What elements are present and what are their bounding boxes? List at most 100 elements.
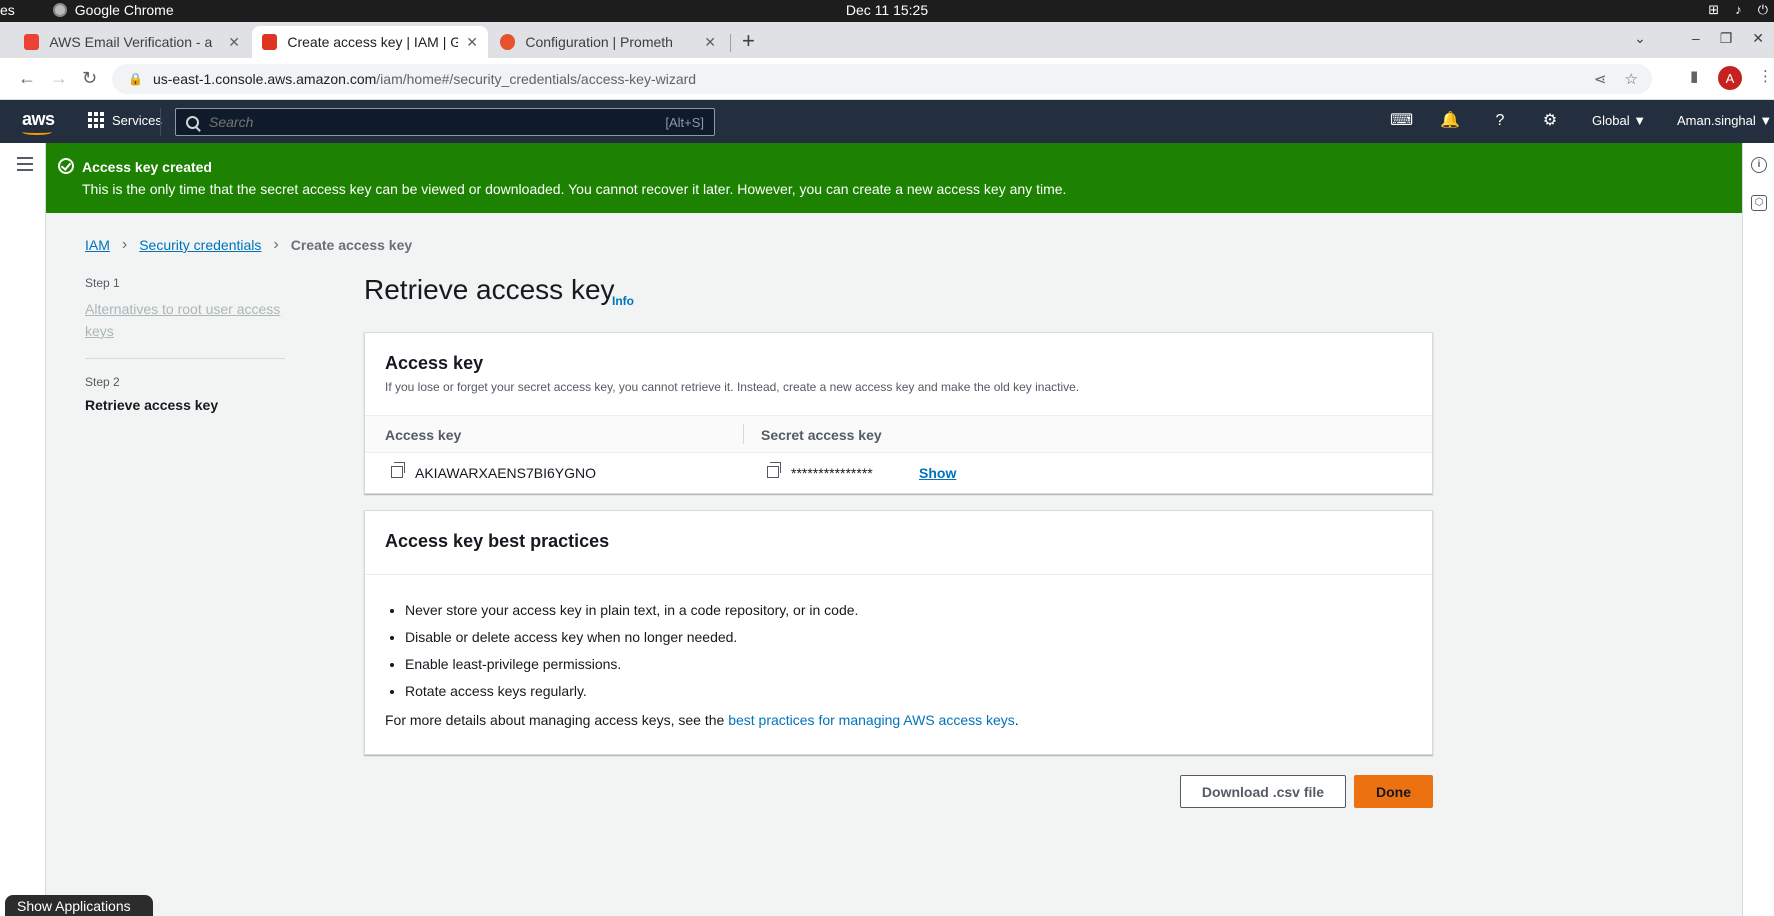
nav-divider [160, 108, 161, 136]
success-check-icon [58, 158, 74, 174]
info-link[interactable]: Info [612, 294, 634, 308]
download-csv-button[interactable]: Download .csv file [1180, 775, 1346, 808]
bookmark-star-icon[interactable]: ☆ [1625, 70, 1638, 88]
flash-message: This is the only time that the secret ac… [82, 181, 1067, 197]
search-input[interactable] [209, 114, 649, 130]
done-button[interactable]: Done [1354, 775, 1433, 808]
more-details-text: For more details about managing access k… [385, 712, 1019, 728]
show-secret-link[interactable]: Show [919, 465, 956, 481]
aws-favicon-icon [262, 34, 278, 50]
breadcrumb: IAM › Security credentials › Create acce… [85, 236, 412, 254]
os-top-bar: es Google Chrome Dec 11 15:25 ⊞ ♪ ⏻ [0, 0, 1774, 22]
notifications-bell-icon[interactable]: 🔔 [1440, 111, 1460, 131]
gmail-icon [24, 34, 40, 50]
address-bar: ← → ↻ 🔒 us-east-1.console.aws.amazon.com… [0, 58, 1774, 100]
list-item: Disable or delete access key when no lon… [405, 624, 858, 651]
tab-strip: AWS Email Verification - a ✕ Create acce… [0, 22, 1774, 58]
list-item: Enable least-privilege permissions. [405, 651, 858, 678]
step-divider [85, 358, 285, 359]
url-field[interactable]: 🔒 us-east-1.console.aws.amazon.com/iam/h… [112, 64, 1652, 94]
window-close-icon[interactable]: ✕ [1752, 30, 1764, 47]
grid-icon [88, 112, 104, 128]
page-title: Retrieve access key [364, 274, 615, 305]
share-icon[interactable]: ⋖ [1594, 70, 1607, 88]
column-divider [743, 424, 744, 444]
right-tools-rail: i ⬡ [1742, 143, 1774, 916]
tab-create-access-key[interactable]: Create access key | IAM | G ✕ [252, 26, 488, 58]
breadcrumb-current: Create access key [290, 237, 413, 253]
new-tab-icon[interactable]: + [742, 28, 755, 54]
url-path: /iam/home#/security_credentials/access-k… [376, 71, 697, 87]
volume-icon[interactable]: ♪ [1735, 2, 1742, 18]
breadcrumb-security-credentials[interactable]: Security credentials [139, 237, 261, 253]
aws-logo[interactable]: aws [22, 109, 55, 135]
tab-prometheus[interactable]: Configuration | Prometh ✕ [490, 26, 726, 58]
copy-icon[interactable] [767, 462, 781, 478]
clock[interactable]: Dec 11 15:25 [0, 2, 1774, 18]
tab-divider [730, 34, 731, 52]
forward-icon[interactable]: → [50, 68, 68, 89]
settings-gear-icon[interactable]: ⚙ [1540, 111, 1560, 131]
tab-title: AWS Email Verification - a [49, 34, 213, 50]
search-box[interactable]: [Alt+S] [175, 108, 715, 136]
column-access-key: Access key [385, 427, 462, 443]
aws-logo-text: aws [22, 109, 55, 129]
step-2-current: Retrieve access key [85, 397, 219, 413]
tab-aws-email[interactable]: AWS Email Verification - a ✕ [14, 26, 250, 58]
network-icon[interactable]: ⊞ [1708, 2, 1719, 18]
best-practices-list: Never store your access key in plain tex… [405, 597, 858, 705]
services-menu-button[interactable]: Services [88, 112, 162, 128]
services-label: Services [112, 112, 162, 128]
restore-icon[interactable]: ❐ [1720, 30, 1733, 47]
tab-title: Create access key | IAM | G [287, 34, 459, 50]
best-practices-link[interactable]: best practices for managing AWS access k… [728, 712, 1015, 728]
account-menu[interactable]: Aman.singhal ▼ [1677, 113, 1772, 128]
breadcrumb-iam[interactable]: IAM [85, 237, 110, 253]
success-flash-banner: Access key created This is the only time… [46, 143, 1742, 213]
close-icon[interactable]: ✕ [704, 34, 716, 51]
step-1-link[interactable]: Alternatives to root user access keys [85, 298, 285, 342]
minimize-icon[interactable]: – [1692, 30, 1700, 47]
secret-key-masked: *************** [791, 465, 873, 481]
aws-smile-icon [22, 129, 52, 135]
access-key-card: Access key If you lose or forget your se… [364, 332, 1433, 494]
more-prefix: For more details about managing access k… [385, 712, 729, 728]
info-panel-icon[interactable]: i [1751, 157, 1767, 173]
close-icon[interactable]: ✕ [228, 34, 240, 51]
access-key-value: AKIAWARXAENS7BI6YGNO [415, 465, 597, 481]
menu-kebab-icon[interactable]: ⋮ [1758, 67, 1773, 85]
step-1-label: Step 1 [85, 276, 120, 290]
table-header: Access key Secret access key [365, 415, 1432, 453]
close-icon[interactable]: ✕ [466, 34, 478, 51]
card-description: If you lose or forget your secret access… [385, 380, 1080, 394]
table-row: AKIAWARXAENS7BI6YGNO *************** Sho… [365, 453, 1432, 493]
profile-avatar[interactable]: A [1718, 66, 1742, 90]
region-selector[interactable]: Global ▼ [1592, 113, 1646, 128]
feedback-icon[interactable]: ⬡ [1751, 195, 1767, 211]
reload-icon[interactable]: ↻ [82, 68, 97, 89]
card-title: Access key best practices [385, 531, 610, 551]
list-item: Rotate access keys regularly. [405, 678, 858, 705]
prometheus-icon [500, 34, 516, 50]
back-icon[interactable]: ← [18, 68, 36, 89]
flash-title: Access key created [82, 159, 212, 175]
cloudshell-icon[interactable]: ⌨ [1390, 111, 1413, 131]
search-shortcut: [Alt+S] [665, 115, 704, 130]
copy-icon[interactable] [391, 462, 405, 478]
wizard-steps: Step 1 Alternatives to root user access … [85, 276, 285, 413]
more-suffix: . [1014, 712, 1019, 728]
search-icon [186, 115, 199, 129]
url-host: us-east-1.console.aws.amazon.com [152, 71, 377, 87]
aws-top-nav: aws Services [Alt+S] ⌨ 🔔 ? ⚙ Global ▼ Am… [0, 100, 1774, 143]
card-title: Access key [385, 353, 484, 373]
column-secret-access-key: Secret access key [761, 427, 882, 443]
chevron-right-icon: › [273, 236, 279, 253]
step-2-label: Step 2 [85, 375, 120, 389]
hamburger-menu-icon[interactable] [17, 157, 33, 175]
side-panel-icon[interactable]: ▮ [1690, 67, 1698, 85]
help-icon[interactable]: ? [1490, 111, 1510, 131]
tab-search-icon[interactable]: ⌄ [1634, 30, 1646, 47]
lock-icon[interactable]: 🔒 [128, 72, 143, 86]
card-header: Access key best practices [365, 511, 1432, 575]
power-icon[interactable]: ⏻ [1758, 2, 1768, 18]
